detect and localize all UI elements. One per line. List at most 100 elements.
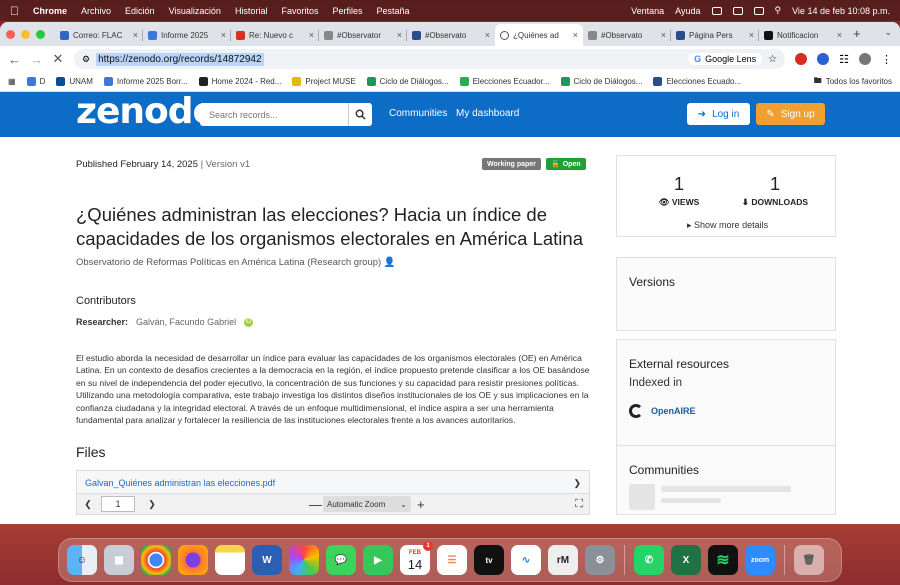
- show-more-details[interactable]: ▸ Show more details: [687, 220, 768, 231]
- tab-notificaciones[interactable]: Notificacion ×: [759, 24, 847, 46]
- address-bar[interactable]: ⚙ https://zenodo.org/records/14872942 GG…: [74, 49, 786, 69]
- close-tab-icon[interactable]: ×: [309, 30, 314, 40]
- battery-icon[interactable]: [753, 6, 764, 15]
- spotlight-search-icon[interactable]: ⚲: [775, 5, 782, 16]
- file-preview-toggle[interactable]: Galvan_Quiénes administran las eleccione…: [77, 471, 589, 495]
- bookmark-elecciones-1[interactable]: Elecciones Ecuador...: [459, 77, 550, 86]
- all-bookmarks-folder[interactable]: 🖿 Todos los favoritos: [814, 75, 892, 89]
- word-icon[interactable]: W: [252, 545, 282, 575]
- search-input[interactable]: [200, 104, 348, 125]
- zotero-extension-icon[interactable]: [817, 53, 830, 65]
- tab-informe[interactable]: Informe 2025 ×: [143, 24, 231, 46]
- nav-communities[interactable]: Communities: [389, 108, 447, 119]
- tab-zenodo-record[interactable]: ¿Quiénes ad ×: [495, 24, 583, 46]
- menubar-datetime[interactable]: Vie 14 de feb 10:08 p.m.: [792, 6, 890, 16]
- menu-perfiles[interactable]: Perfiles: [332, 6, 362, 16]
- menu-edicion[interactable]: Edición: [125, 6, 155, 16]
- firefox-icon[interactable]: [178, 545, 208, 575]
- search-button[interactable]: [348, 103, 372, 126]
- chrome-menu-icon[interactable]: ⋮: [881, 53, 892, 66]
- messages-icon[interactable]: 💬: [326, 545, 356, 575]
- wifi-icon[interactable]: [732, 6, 743, 15]
- back-button[interactable]: ←: [8, 52, 21, 67]
- close-tab-icon[interactable]: ×: [221, 30, 226, 40]
- apps-grid-icon[interactable]: ▦: [8, 77, 16, 86]
- chevron-right-icon[interactable]: ❯: [573, 478, 581, 489]
- bookmark-unam[interactable]: UNAM: [56, 77, 93, 86]
- dropbox-icon[interactable]: [711, 6, 722, 15]
- tab-gmail[interactable]: Re: Nuevo c ×: [231, 24, 319, 46]
- tab-observatorio-3[interactable]: #Observato ×: [583, 24, 671, 46]
- close-tab-icon[interactable]: ×: [837, 30, 842, 40]
- file-name-link[interactable]: Galvan_Quiénes administran las eleccione…: [85, 478, 275, 488]
- freeform-icon[interactable]: ∿: [511, 545, 541, 575]
- tab-observatorio-1[interactable]: #Observator ×: [319, 24, 407, 46]
- menu-ventana[interactable]: Ventana: [631, 6, 664, 16]
- bookmark-informe[interactable]: Informe 2025 Borr...: [103, 77, 188, 86]
- signup-button[interactable]: ✎ Sign up: [756, 103, 825, 125]
- access-badge[interactable]: 🔓 Open: [546, 158, 586, 170]
- nav-my-dashboard[interactable]: My dashboard: [456, 108, 519, 119]
- menu-historial[interactable]: Historial: [235, 6, 268, 16]
- calendar-icon[interactable]: FEB 14 1: [400, 541, 433, 575]
- zoom-icon[interactable]: zoom: [745, 545, 775, 575]
- zoom-in-button[interactable]: +: [417, 497, 425, 512]
- google-lens-button[interactable]: G Google Lens: [688, 53, 763, 65]
- tab-pagina-personal[interactable]: Página Pers ×: [671, 24, 759, 46]
- menu-favoritos[interactable]: Favoritos: [281, 6, 318, 16]
- contributor-name[interactable]: Galván, Facundo Gabriel: [136, 317, 236, 327]
- photos-icon[interactable]: [289, 545, 319, 575]
- reminders-icon[interactable]: ☰: [437, 545, 467, 575]
- minimize-window-button[interactable]: [21, 29, 30, 39]
- whatsapp-icon[interactable]: ✆: [634, 545, 664, 575]
- bookmark-ciclo-2[interactable]: Ciclo de Diálogos...: [560, 77, 642, 86]
- forward-button[interactable]: →: [30, 52, 43, 67]
- chrome-icon[interactable]: [141, 545, 171, 575]
- spotify-icon[interactable]: ≋: [708, 545, 738, 575]
- close-tab-icon[interactable]: ×: [485, 30, 490, 40]
- excel-icon[interactable]: X: [671, 545, 701, 575]
- orcid-icon[interactable]: iD: [244, 317, 254, 327]
- url-text[interactable]: https://zenodo.org/records/14872942: [96, 52, 264, 66]
- previous-page-button[interactable]: ❮: [81, 499, 95, 510]
- login-button[interactable]: ➜ Log in: [687, 103, 750, 125]
- close-tab-icon[interactable]: ×: [133, 30, 138, 40]
- apple-tv-icon[interactable]: tv: [474, 545, 504, 575]
- opera-extension-icon[interactable]: [795, 53, 808, 65]
- menu-pestana[interactable]: Pestaña: [376, 6, 409, 16]
- apple-menu-icon[interactable]: : [10, 4, 19, 18]
- extensions-puzzle-icon[interactable]: ☷: [839, 53, 849, 66]
- zoom-out-button[interactable]: —: [309, 497, 322, 512]
- bookmark-elecciones-2[interactable]: Elecciones Ecuado...: [653, 77, 741, 86]
- bookmark-ciclo-1[interactable]: Ciclo de Diálogos...: [366, 77, 449, 86]
- close-window-button[interactable]: [6, 29, 15, 39]
- zoom-window-button[interactable]: [36, 29, 45, 39]
- site-info-icon[interactable]: ⚙: [82, 54, 90, 65]
- tab-correo[interactable]: Correo: FLAC ×: [55, 24, 143, 46]
- launchpad-icon[interactable]: ▦: [104, 545, 134, 575]
- page-number-input[interactable]: 1: [101, 496, 135, 512]
- bookmark-d[interactable]: D: [26, 77, 45, 86]
- facetime-icon[interactable]: ▶: [363, 545, 393, 575]
- fullscreen-icon[interactable]: ⛶: [575, 498, 583, 511]
- zenodo-logo[interactable]: zenodo: [76, 91, 217, 132]
- bookmark-star-icon[interactable]: ☆: [768, 54, 777, 65]
- tab-search-chevron-icon[interactable]: ⌄: [884, 27, 892, 38]
- trash-icon[interactable]: 🗑: [794, 545, 824, 575]
- menu-archivo[interactable]: Archivo: [81, 6, 111, 16]
- bookmark-home-2024[interactable]: Home 2024 - Red...: [198, 77, 281, 86]
- tab-observatorio-2[interactable]: #Observato ×: [407, 24, 495, 46]
- creator-org[interactable]: Observatorio de Reformas Políticas en Am…: [76, 257, 396, 268]
- next-page-button[interactable]: ❯: [145, 499, 159, 510]
- system-settings-icon[interactable]: ⚙: [585, 545, 615, 575]
- remarkable-icon[interactable]: rM: [548, 545, 578, 575]
- new-tab-button[interactable]: +: [853, 24, 861, 46]
- close-tab-icon[interactable]: ×: [749, 30, 754, 40]
- menu-app-name[interactable]: Chrome: [33, 6, 67, 16]
- profile-avatar[interactable]: [859, 53, 871, 65]
- close-tab-icon[interactable]: ×: [573, 30, 578, 40]
- close-tab-icon[interactable]: ×: [661, 30, 666, 40]
- menu-visualizacion[interactable]: Visualización: [169, 6, 221, 16]
- notes-icon[interactable]: [215, 545, 245, 575]
- menu-ayuda[interactable]: Ayuda: [675, 6, 700, 16]
